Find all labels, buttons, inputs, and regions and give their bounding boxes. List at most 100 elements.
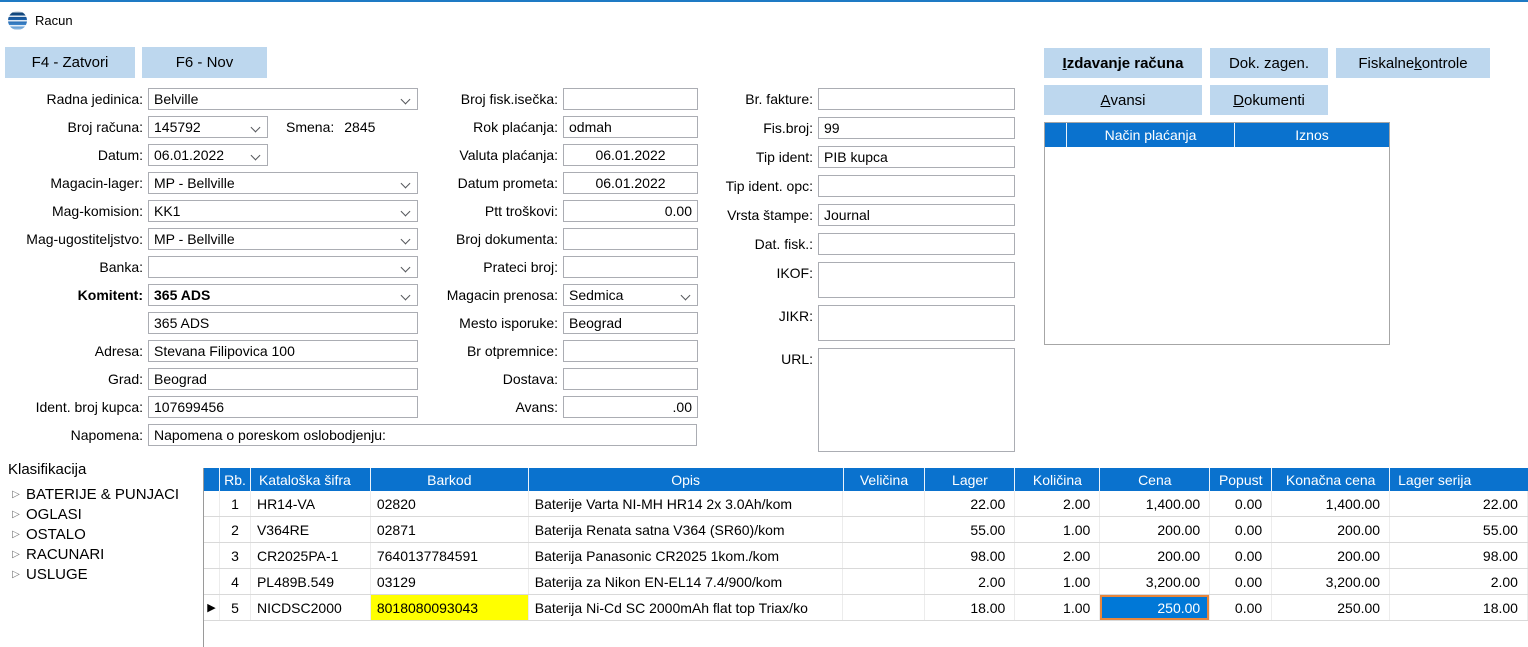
cell-cena[interactable]: 200.00 bbox=[1100, 543, 1210, 568]
classification-item[interactable]: ▷OGLASI bbox=[8, 504, 198, 524]
br-fakture-input[interactable] bbox=[818, 88, 1015, 110]
magacin-prenosa-select[interactable]: Sedmica bbox=[563, 284, 698, 306]
cell-konacna[interactable]: 3,200.00 bbox=[1272, 569, 1390, 594]
dostava-input[interactable] bbox=[563, 368, 698, 390]
row-selector-cell[interactable] bbox=[204, 543, 220, 568]
mesto-isporuke-input[interactable]: Beograd bbox=[563, 312, 698, 334]
cell-rb[interactable]: 1 bbox=[220, 491, 251, 516]
cell-kolicina[interactable]: 1.00 bbox=[1015, 569, 1100, 594]
cell-cena[interactable]: 1,400.00 bbox=[1100, 491, 1210, 516]
cell-cena[interactable]: 3,200.00 bbox=[1100, 569, 1210, 594]
avansi-button[interactable]: Avansi bbox=[1044, 85, 1202, 115]
br-otpremnice-input[interactable] bbox=[563, 340, 698, 362]
cell-popust[interactable]: 0.00 bbox=[1210, 543, 1272, 568]
cell-opis[interactable]: Baterija Renata satna V364 (SR60)/kom bbox=[529, 517, 844, 542]
row-selector-cell[interactable] bbox=[204, 517, 220, 542]
active-row-marker[interactable]: ▶ bbox=[204, 595, 220, 620]
cell-velicina[interactable] bbox=[843, 491, 925, 516]
mag-ugostiteljstvo-select[interactable]: MP - Bellville bbox=[148, 228, 418, 250]
broj-fisk-isecka-input[interactable] bbox=[563, 88, 698, 110]
cell-barkod[interactable]: 03129 bbox=[371, 569, 529, 594]
vrsta-stampe-input[interactable]: Journal bbox=[818, 204, 1015, 226]
cell-sifra[interactable]: PL489B.549 bbox=[251, 569, 371, 594]
classification-item[interactable]: ▷BATERIJE & PUNJACI bbox=[8, 484, 198, 504]
cell-kolicina[interactable]: 1.00 bbox=[1015, 595, 1100, 620]
grad-input[interactable]: Beograd bbox=[148, 368, 418, 390]
cell-sifra[interactable]: V364RE bbox=[251, 517, 371, 542]
fis-broj-input[interactable]: 99 bbox=[818, 117, 1015, 139]
cell-lager_serija[interactable]: 2.00 bbox=[1390, 569, 1528, 594]
cell-lager[interactable]: 2.00 bbox=[925, 569, 1015, 594]
cell-velicina[interactable] bbox=[843, 543, 925, 568]
cell-opis[interactable]: Baterija za Nikon EN-EL14 7.4/900/kom bbox=[529, 569, 844, 594]
cell-konacna[interactable]: 250.00 bbox=[1272, 595, 1390, 620]
row-selector-cell[interactable] bbox=[204, 569, 220, 594]
cell-lager[interactable]: 98.00 bbox=[925, 543, 1015, 568]
radna-jedinica-select[interactable]: Belville bbox=[148, 88, 418, 110]
row-selector-cell[interactable] bbox=[204, 491, 220, 516]
magacin-lager-select[interactable]: MP - Bellville bbox=[148, 172, 418, 194]
classification-item[interactable]: ▷USLUGE bbox=[8, 564, 198, 584]
cell-konacna[interactable]: 200.00 bbox=[1272, 517, 1390, 542]
adresa-input[interactable]: Stevana Filipovica 100 bbox=[148, 340, 418, 362]
komitent-select[interactable]: 365 ADS bbox=[148, 284, 418, 306]
cell-lager[interactable]: 22.00 bbox=[925, 491, 1015, 516]
komitent-naziv-input[interactable]: 365 ADS bbox=[148, 312, 418, 334]
izdavanje-racuna-button[interactable]: Izdavanje računa bbox=[1044, 48, 1202, 78]
classification-item[interactable]: ▷RACUNARI bbox=[8, 544, 198, 564]
datum-prometa-input[interactable]: 06.01.2022 bbox=[563, 172, 698, 194]
cell-konacna[interactable]: 1,400.00 bbox=[1272, 491, 1390, 516]
cell-opis[interactable]: Baterija Panasonic CR2025 1kom./kom bbox=[529, 543, 844, 568]
payment-grid-body[interactable] bbox=[1045, 147, 1389, 344]
valuta-placanja-input[interactable]: 06.01.2022 bbox=[563, 144, 698, 166]
ptt-troskovi-input[interactable]: 0.00 bbox=[563, 200, 698, 222]
cell-barkod[interactable]: 8018080093043 bbox=[371, 595, 529, 620]
cell-kolicina[interactable]: 2.00 bbox=[1015, 491, 1100, 516]
cell-velicina[interactable] bbox=[843, 517, 925, 542]
f4-zatvori-button[interactable]: F4 - Zatvori bbox=[5, 47, 135, 78]
expand-triangle-icon[interactable]: ▷ bbox=[8, 509, 24, 520]
ident-broj-kupca-input[interactable]: 107699456 bbox=[148, 396, 418, 418]
cell-cena[interactable]: 200.00 bbox=[1100, 517, 1210, 542]
ikof-input[interactable] bbox=[818, 262, 1015, 298]
expand-triangle-icon[interactable]: ▷ bbox=[8, 489, 24, 500]
cell-lager_serija[interactable]: 22.00 bbox=[1390, 491, 1528, 516]
cell-konacna[interactable]: 200.00 bbox=[1272, 543, 1390, 568]
mag-komision-select[interactable]: KK1 bbox=[148, 200, 418, 222]
expand-triangle-icon[interactable]: ▷ bbox=[8, 529, 24, 540]
broj-dokumenta-input[interactable] bbox=[563, 228, 698, 250]
expand-triangle-icon[interactable]: ▷ bbox=[8, 569, 24, 580]
cell-barkod[interactable]: 02820 bbox=[371, 491, 529, 516]
cell-barkod[interactable]: 7640137784591 bbox=[371, 543, 529, 568]
cell-rb[interactable]: 5 bbox=[220, 595, 251, 620]
jikr-input[interactable] bbox=[818, 305, 1015, 341]
cell-lager_serija[interactable]: 18.00 bbox=[1390, 595, 1528, 620]
classification-item[interactable]: ▷OSTALO bbox=[8, 524, 198, 544]
cell-sifra[interactable]: HR14-VA bbox=[251, 491, 371, 516]
tip-ident-opc-input[interactable] bbox=[818, 175, 1015, 197]
cell-kolicina[interactable]: 1.00 bbox=[1015, 517, 1100, 542]
cell-velicina[interactable] bbox=[843, 569, 925, 594]
cell-sifra[interactable]: NICDSC2000 bbox=[251, 595, 371, 620]
prateci-broj-input[interactable] bbox=[563, 256, 698, 278]
cell-rb[interactable]: 4 bbox=[220, 569, 251, 594]
cell-kolicina[interactable]: 2.00 bbox=[1015, 543, 1100, 568]
avans-input[interactable]: .00 bbox=[563, 396, 698, 418]
cell-popust[interactable]: 0.00 bbox=[1210, 569, 1272, 594]
dok-za-gen-button[interactable]: Dok. za gen. bbox=[1210, 48, 1328, 78]
cell-velicina[interactable] bbox=[843, 595, 925, 620]
cell-opis[interactable]: Baterija Ni-Cd SC 2000mAh flat top Triax… bbox=[529, 595, 844, 620]
cell-popust[interactable]: 0.00 bbox=[1210, 517, 1272, 542]
url-input[interactable] bbox=[818, 348, 1015, 452]
cell-popust[interactable]: 0.00 bbox=[1210, 595, 1272, 620]
cell-lager_serija[interactable]: 55.00 bbox=[1390, 517, 1528, 542]
expand-triangle-icon[interactable]: ▷ bbox=[8, 549, 24, 560]
broj-racuna-select[interactable]: 145792 bbox=[148, 116, 268, 138]
cell-rb[interactable]: 2 bbox=[220, 517, 251, 542]
cell-lager_serija[interactable]: 98.00 bbox=[1390, 543, 1528, 568]
cell-barkod[interactable]: 02871 bbox=[371, 517, 529, 542]
dokumenti-button[interactable]: Dokumenti bbox=[1210, 85, 1328, 115]
cell-popust[interactable]: 0.00 bbox=[1210, 491, 1272, 516]
banka-select[interactable] bbox=[148, 256, 418, 278]
datum-select[interactable]: 06.01.2022 bbox=[148, 144, 268, 166]
